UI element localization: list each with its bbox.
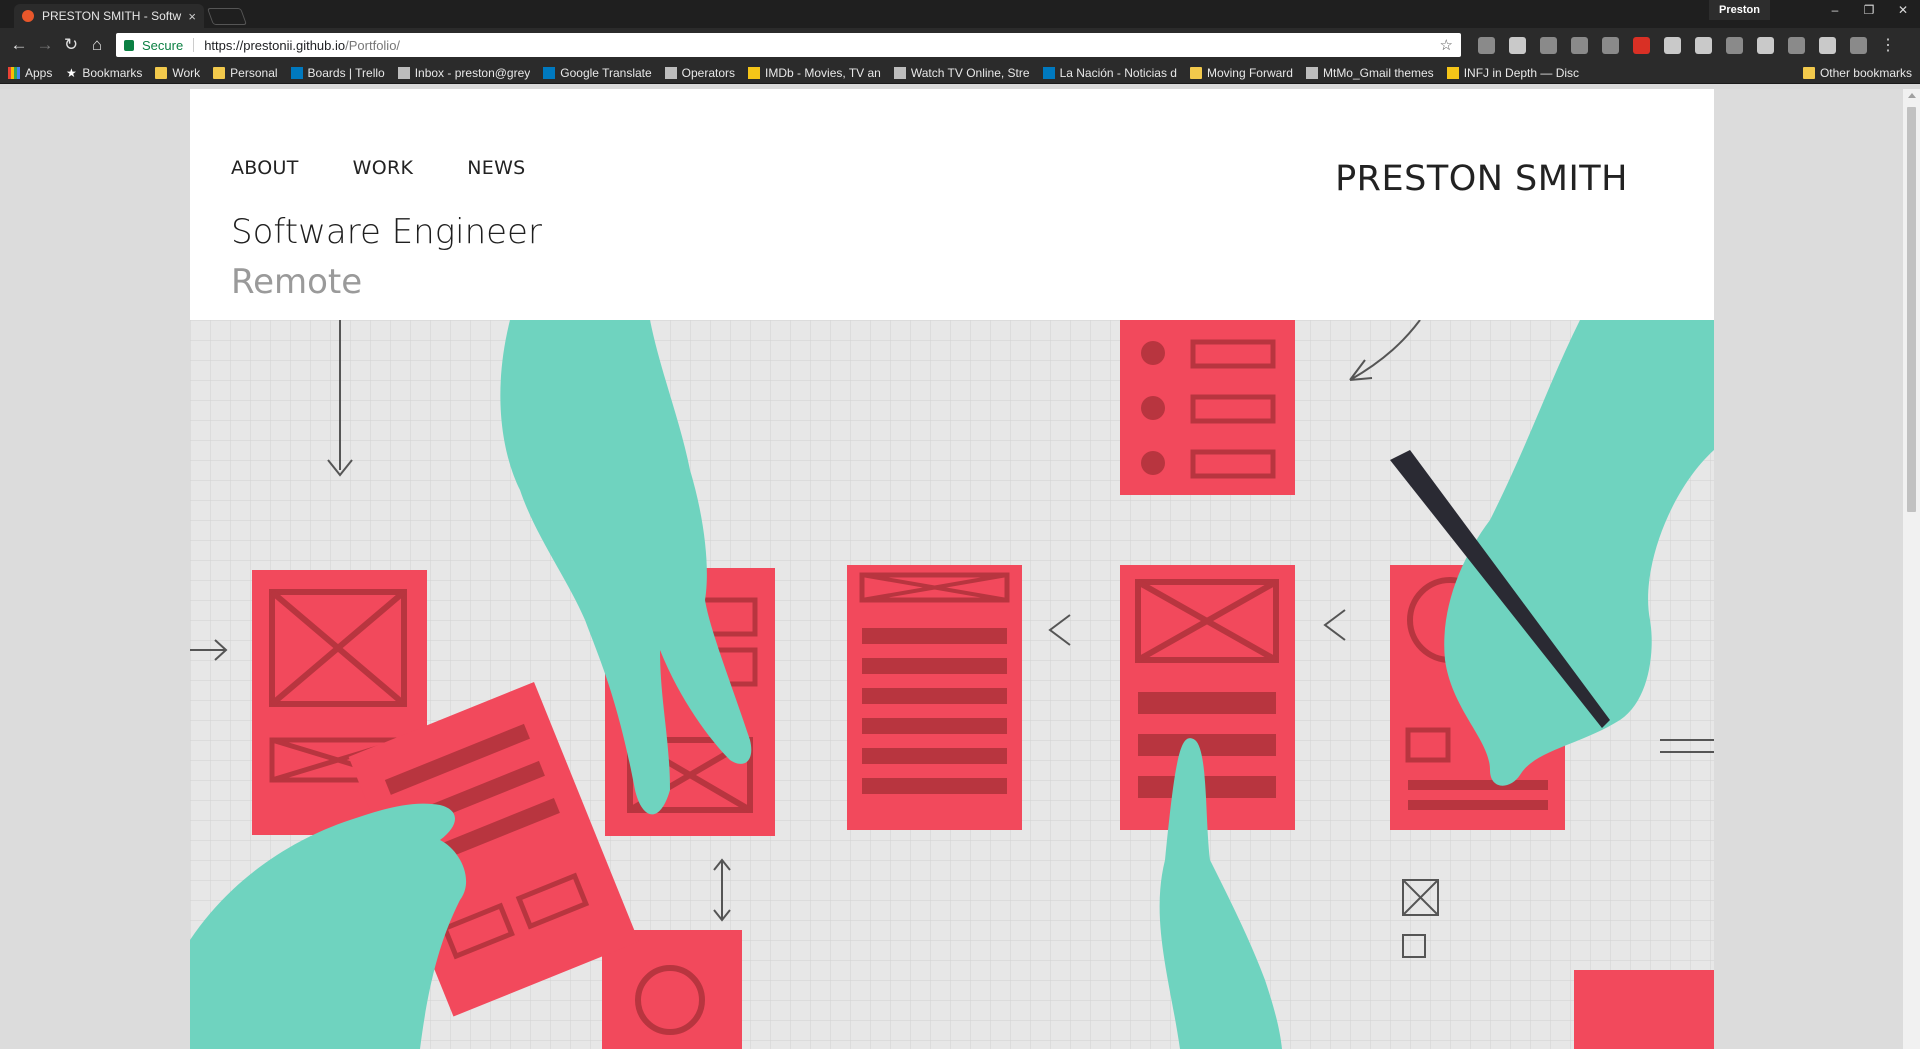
reload-icon[interactable]: ↻ bbox=[58, 32, 84, 58]
extension-icon[interactable] bbox=[1664, 36, 1681, 54]
menu-icon[interactable]: ⋮ bbox=[1880, 35, 1896, 55]
browser-tab[interactable]: PRESTON SMITH - Softw × bbox=[14, 4, 204, 28]
browser-toolbar: ← → ↻ ⌂ Secure https://prestonii.github.… bbox=[0, 28, 1920, 62]
translate-icon bbox=[543, 66, 556, 79]
back-icon[interactable]: ← bbox=[6, 32, 32, 58]
pocket-extension-icon[interactable] bbox=[1478, 36, 1495, 54]
job-title: Software Engineer bbox=[231, 212, 542, 252]
bookmark-item[interactable]: Google Translate bbox=[543, 66, 652, 80]
page-scrollbar[interactable] bbox=[1903, 89, 1920, 1049]
bookmark-item[interactable]: Boards | Trello bbox=[290, 66, 385, 80]
bookmark-item[interactable]: Inbox - preston@grey bbox=[397, 66, 530, 80]
extension-icon[interactable] bbox=[1633, 36, 1650, 54]
discourse-icon bbox=[1446, 66, 1459, 79]
operators-icon bbox=[664, 66, 677, 79]
wireframe-card bbox=[1120, 320, 1295, 495]
secure-label: Secure bbox=[142, 37, 184, 53]
bookmark-item[interactable]: IMDb - Movies, TV an bbox=[748, 66, 881, 80]
url-path: /Portfolio/ bbox=[345, 37, 401, 53]
hero-illustration bbox=[190, 320, 1714, 1049]
extension-icon[interactable] bbox=[1695, 36, 1712, 54]
nav-news-link[interactable]: NEWS bbox=[467, 157, 525, 179]
page-viewport: ABOUT WORK NEWS Software Engineer Remote… bbox=[0, 89, 1920, 1049]
site-page: ABOUT WORK NEWS Software Engineer Remote… bbox=[190, 89, 1714, 1049]
bookmark-item[interactable]: MtMo_Gmail themes bbox=[1305, 66, 1434, 80]
bookmark-item[interactable]: INFJ in Depth — Disc bbox=[1446, 66, 1579, 80]
nav-about-link[interactable]: ABOUT bbox=[231, 157, 299, 179]
gmail-theme-icon bbox=[1305, 66, 1318, 79]
site-brand[interactable]: PRESTON SMITH bbox=[1335, 159, 1628, 199]
extension-icon[interactable] bbox=[1788, 36, 1805, 54]
camera-extension-icon[interactable] bbox=[1757, 36, 1774, 54]
scroll-up-icon[interactable] bbox=[1908, 93, 1916, 98]
folder-icon bbox=[1189, 66, 1202, 79]
bookmark-item[interactable]: Personal bbox=[213, 66, 278, 80]
restore-icon[interactable]: ❐ bbox=[1852, 0, 1886, 20]
close-window-icon[interactable]: ✕ bbox=[1886, 0, 1920, 20]
star-icon: ★ bbox=[65, 65, 77, 80]
extension-icon[interactable] bbox=[1509, 36, 1526, 54]
bookmark-star-icon[interactable]: ☆ bbox=[1440, 36, 1453, 54]
wireframe-card bbox=[1574, 970, 1714, 1049]
window-controls: ‒ ❐ ✕ bbox=[1818, 0, 1920, 20]
url-host: https://prestonii.github.io bbox=[204, 37, 346, 53]
folder-icon bbox=[213, 66, 226, 79]
tv-icon bbox=[893, 66, 906, 79]
address-bar[interactable]: Secure https://prestonii.github.io/Portf… bbox=[116, 33, 1461, 57]
mail-extension-icon[interactable] bbox=[1571, 36, 1588, 54]
bookmarks-bar: Apps ★ Bookmarks Work Personal Boards | T… bbox=[0, 62, 1920, 84]
trello-icon bbox=[290, 66, 303, 79]
bookmark-item[interactable]: Apps bbox=[8, 66, 52, 80]
folder-icon bbox=[1802, 66, 1815, 79]
divider bbox=[193, 38, 195, 52]
profile-button[interactable]: Preston bbox=[1709, 0, 1770, 20]
new-tab-button[interactable] bbox=[206, 8, 248, 25]
scroll-thumb[interactable] bbox=[1907, 107, 1916, 512]
tab-title: PRESTON SMITH - Softw bbox=[42, 9, 182, 23]
wireframe-card bbox=[847, 565, 1022, 830]
extensions-area bbox=[1471, 36, 1874, 54]
tab-close-icon[interactable]: × bbox=[188, 9, 196, 24]
location-text: Remote bbox=[231, 262, 363, 302]
site-nav: ABOUT WORK NEWS bbox=[231, 157, 526, 179]
extension-icon[interactable] bbox=[1726, 36, 1743, 54]
wireframe-card bbox=[1120, 565, 1295, 830]
forward-icon[interactable]: → bbox=[32, 32, 58, 58]
extension-icon[interactable] bbox=[1850, 36, 1867, 54]
lock-icon bbox=[124, 39, 134, 51]
site-header: ABOUT WORK NEWS Software Engineer Remote… bbox=[190, 89, 1714, 320]
nav-work-link[interactable]: WORK bbox=[353, 157, 414, 179]
bookmark-item[interactable]: ★ Bookmarks bbox=[65, 66, 142, 80]
inbox-icon bbox=[397, 66, 410, 79]
other-bookmarks[interactable]: Other bookmarks bbox=[1802, 66, 1912, 80]
news-icon bbox=[1042, 66, 1055, 79]
folder-icon bbox=[155, 66, 168, 79]
bookmark-item[interactable]: Work bbox=[155, 66, 200, 80]
apps-icon bbox=[8, 66, 20, 79]
home-icon[interactable]: ⌂ bbox=[84, 32, 110, 58]
shield-extension-icon[interactable] bbox=[1819, 36, 1836, 54]
bookmark-item[interactable]: Moving Forward bbox=[1189, 66, 1293, 80]
bookmark-item[interactable]: La Nación - Noticias d bbox=[1042, 66, 1177, 80]
extension-icon[interactable] bbox=[1602, 36, 1619, 54]
bookmark-item[interactable]: Operators bbox=[664, 66, 735, 80]
bookmark-item[interactable]: Watch TV Online, Stre bbox=[893, 66, 1030, 80]
extension-icon[interactable] bbox=[1540, 36, 1557, 54]
minimize-icon[interactable]: ‒ bbox=[1818, 0, 1852, 20]
favicon-icon bbox=[22, 10, 34, 22]
tab-strip: PRESTON SMITH - Softw × Preston ‒ ❐ ✕ bbox=[0, 0, 1920, 28]
wireframe-hands-illustration bbox=[190, 320, 1714, 1049]
imdb-icon bbox=[748, 66, 761, 79]
